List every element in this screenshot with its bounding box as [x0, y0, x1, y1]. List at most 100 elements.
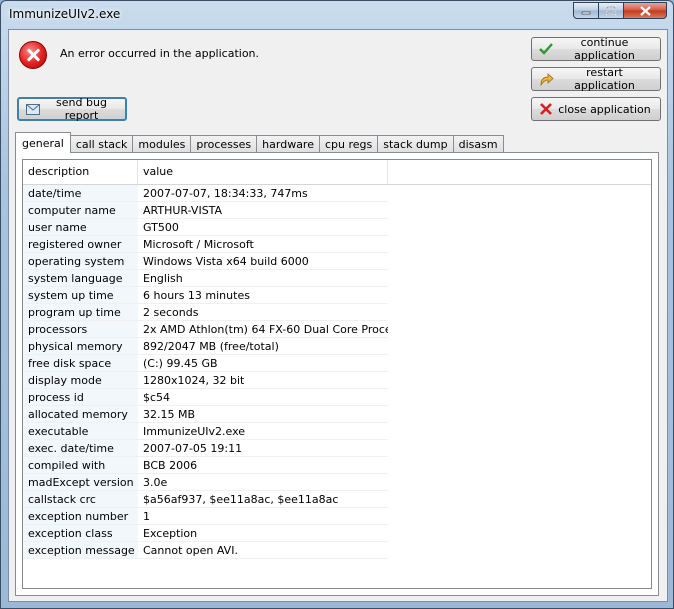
- table-row[interactable]: free disk space (C:) 99.45 GB: [23, 355, 388, 372]
- row-value: 1280x1024, 32 bit: [138, 372, 388, 389]
- tab-general[interactable]: general: [15, 132, 71, 153]
- table-row[interactable]: processors 2x AMD Athlon(tm) 64 FX-60 Dua…: [23, 321, 388, 338]
- table-row[interactable]: system up time 6 hours 13 minutes: [23, 287, 388, 304]
- error-dialog-window: ImmunizeUIv2.exe An error occurred in th…: [0, 0, 674, 609]
- close-window-button[interactable]: [623, 2, 667, 19]
- row-description: exception number: [23, 508, 138, 525]
- row-value: Exception: [138, 525, 388, 542]
- row-value: English: [138, 270, 388, 287]
- close-application-label: close application: [558, 102, 651, 116]
- restart-arrow-icon: [537, 71, 555, 87]
- tab-call-stack[interactable]: call stack: [69, 135, 134, 153]
- red-x-icon: [537, 101, 555, 117]
- send-bug-report-label: send bug report: [56, 96, 107, 122]
- row-description: display mode: [23, 372, 138, 389]
- table-row[interactable]: allocated memory 32.15 MB: [23, 406, 388, 423]
- row-value: $c54: [138, 389, 388, 406]
- maximize-icon: [606, 6, 616, 15]
- table-row[interactable]: exception message Cannot open AVI.: [23, 542, 388, 559]
- row-value: 3.0e: [138, 474, 388, 491]
- mail-icon: [24, 101, 42, 117]
- row-description: date/time: [23, 185, 138, 202]
- table-row[interactable]: physical memory 892/2047 MB (free/total): [23, 338, 388, 355]
- row-value: 892/2047 MB (free/total): [138, 338, 388, 355]
- title-bar[interactable]: ImmunizeUIv2.exe: [1, 1, 673, 29]
- row-value: GT500: [138, 219, 388, 236]
- row-description: user name: [23, 219, 138, 236]
- row-description: process id: [23, 389, 138, 406]
- row-value: ARTHUR-VISTA: [138, 202, 388, 219]
- row-description: processors: [23, 321, 138, 338]
- minimize-icon: [581, 11, 591, 14]
- row-description: system language: [23, 270, 138, 287]
- continue-application-button[interactable]: continue application: [531, 36, 661, 62]
- table-row[interactable]: user name GT500: [23, 219, 388, 236]
- window-title: ImmunizeUIv2.exe: [9, 7, 121, 21]
- table-row[interactable]: exception class Exception: [23, 525, 388, 542]
- window-controls: [573, 2, 667, 19]
- tab-disasm[interactable]: disasm: [452, 135, 504, 153]
- tab-processes[interactable]: processes: [190, 135, 258, 153]
- tab-stack-dump[interactable]: stack dump: [377, 135, 454, 153]
- row-value: 6 hours 13 minutes: [138, 287, 388, 304]
- table-row[interactable]: computer name ARTHUR-VISTA: [23, 202, 388, 219]
- row-description: callstack crc: [23, 491, 138, 508]
- row-description: exception class: [23, 525, 138, 542]
- send-bug-report-button[interactable]: send bug report: [17, 96, 127, 122]
- row-description: registered owner: [23, 236, 138, 253]
- row-value: $a56af937, $ee11a8ac, $ee11a8ac: [138, 491, 388, 508]
- row-value: 2x AMD Athlon(tm) 64 FX-60 Dual Core Pro…: [138, 321, 388, 338]
- table-row[interactable]: registered owner Microsoft / Microsoft: [23, 236, 388, 253]
- column-header-value[interactable]: value: [138, 160, 388, 184]
- table-row[interactable]: program up time 2 seconds: [23, 304, 388, 321]
- row-description: madExcept version: [23, 474, 138, 491]
- table-row[interactable]: display mode 1280x1024, 32 bit: [23, 372, 388, 389]
- row-description: program up time: [23, 304, 138, 321]
- table-row[interactable]: system language English: [23, 270, 388, 287]
- row-description: allocated memory: [23, 406, 138, 423]
- general-info-list[interactable]: description value date/time 2007-07-07, 1…: [22, 159, 652, 589]
- row-value: Microsoft / Microsoft: [138, 236, 388, 253]
- restart-application-button[interactable]: restart application: [531, 66, 661, 92]
- row-description: physical memory: [23, 338, 138, 355]
- continue-application-label: continue application: [574, 36, 635, 62]
- table-row[interactable]: callstack crc $a56af937, $ee11a8ac, $ee11…: [23, 491, 388, 508]
- row-value: 1: [138, 508, 388, 525]
- general-tab-panel: description value date/time 2007-07-07, 1…: [15, 152, 659, 596]
- error-message: An error occurred in the application.: [60, 47, 260, 60]
- table-row[interactable]: executable ImmunizeUIv2.exe: [23, 423, 388, 440]
- row-value: (C:) 99.45 GB: [138, 355, 388, 372]
- column-header-description[interactable]: description: [23, 160, 138, 184]
- row-description: compiled with: [23, 457, 138, 474]
- row-value: Windows Vista x64 build 6000: [138, 253, 388, 270]
- row-description: system up time: [23, 287, 138, 304]
- tab-strip: general call stack modules processes har…: [15, 131, 504, 153]
- close-icon: [639, 5, 651, 16]
- checkmark-icon: [537, 41, 555, 57]
- table-row[interactable]: process id $c54: [23, 389, 388, 406]
- table-row[interactable]: exec. date/time 2007-07-05 19:11: [23, 440, 388, 457]
- row-value: ImmunizeUIv2.exe: [138, 423, 388, 440]
- list-header: description value: [23, 160, 651, 185]
- table-row[interactable]: date/time 2007-07-07, 18:34:33, 747ms: [23, 185, 388, 202]
- close-application-button[interactable]: close application: [531, 97, 661, 121]
- tab-cpu-regs[interactable]: cpu regs: [318, 135, 379, 153]
- row-description: free disk space: [23, 355, 138, 372]
- row-value: 2007-07-07, 18:34:33, 747ms: [138, 185, 388, 202]
- table-row[interactable]: operating system Windows Vista x64 build …: [23, 253, 388, 270]
- table-row[interactable]: madExcept version 3.0e: [23, 474, 388, 491]
- row-description: executable: [23, 423, 138, 440]
- list-rows: date/time 2007-07-07, 18:34:33, 747ms comp…: [23, 185, 388, 559]
- row-description: exec. date/time: [23, 440, 138, 457]
- row-value: 2007-07-05 19:11: [138, 440, 388, 457]
- row-value: Cannot open AVI.: [138, 542, 388, 559]
- tab-hardware[interactable]: hardware: [256, 135, 320, 153]
- maximize-button[interactable]: [598, 2, 624, 19]
- dialog-client-area: An error occurred in the application. se…: [8, 29, 668, 602]
- error-icon: [19, 41, 47, 69]
- minimize-button[interactable]: [573, 2, 599, 19]
- restart-application-label: restart application: [574, 66, 635, 92]
- table-row[interactable]: exception number 1: [23, 508, 388, 525]
- table-row[interactable]: compiled with BCB 2006: [23, 457, 388, 474]
- tab-modules[interactable]: modules: [132, 135, 192, 153]
